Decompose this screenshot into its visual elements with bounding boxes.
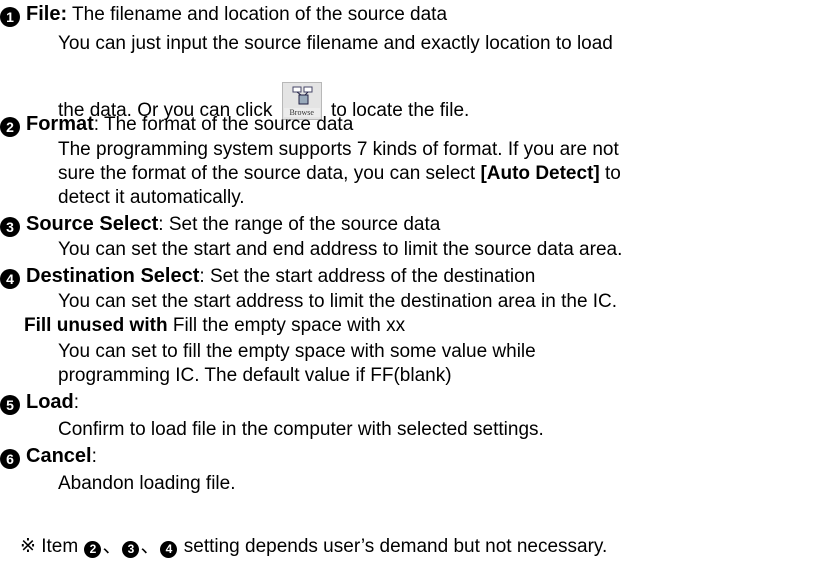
format-line-1: The programming system supports 7 kinds … <box>58 139 619 160</box>
format-heading: 2 Format: The format of the source data <box>0 112 353 137</box>
note-sep-1: 、 <box>102 536 122 557</box>
note-sep-2: 、 <box>140 536 160 557</box>
source-line-1: You can set the start and end address to… <box>58 239 623 260</box>
cancel-line-1: Abandon loading file. <box>58 473 236 494</box>
fill-term: Fill unused with <box>24 315 168 336</box>
format-line-3: detect it automatically. <box>58 187 245 208</box>
fill-line-1: You can set to fill the empty space with… <box>58 341 536 362</box>
fill-line-2: programming IC. The default value if FF(… <box>58 365 452 386</box>
file-term: File: <box>26 3 68 25</box>
cancel-term: Cancel <box>26 445 92 467</box>
format-line-2c: to <box>599 163 621 184</box>
source-heading: 3 Source Select: Set the range of the sou… <box>0 212 440 237</box>
number-badge-3: 3 <box>0 217 20 237</box>
source-term: Source Select <box>26 213 159 235</box>
load-line-1: Confirm to load file in the computer wit… <box>58 419 544 440</box>
note-rest: setting depends user’s demand but not ne… <box>178 536 608 557</box>
format-desc: : The format of the source data <box>93 114 354 135</box>
number-badge-6: 6 <box>0 449 20 469</box>
cancel-desc: : <box>91 446 97 467</box>
fill-desc: Fill the empty space with xx <box>167 315 406 336</box>
auto-detect-option: [Auto Detect] <box>480 163 600 184</box>
number-badge-2-ref: 2 <box>84 541 102 558</box>
number-badge-3-ref: 3 <box>122 541 140 558</box>
number-badge-4-ref: 4 <box>160 541 178 558</box>
file-heading: 1 File: The filename and location of the … <box>0 2 447 27</box>
file-line-1: You can just input the source filename a… <box>58 33 613 54</box>
browse-icon <box>292 86 313 105</box>
number-badge-4: 4 <box>0 269 20 289</box>
cancel-heading: 6 Cancel: <box>0 444 97 469</box>
load-term: Load <box>26 391 74 413</box>
destination-desc: : Set the start address of the destinati… <box>199 266 536 287</box>
destination-line-1: You can set the start address to limit t… <box>58 291 618 312</box>
destination-term: Destination Select <box>26 265 200 287</box>
load-heading: 5 Load: <box>0 390 79 415</box>
number-badge-5: 5 <box>0 395 20 415</box>
file-desc: The filename and location of the source … <box>67 4 448 25</box>
format-line-2a: sure the format of the source data, you … <box>58 163 481 184</box>
footnote: ※ Item 2、 3、 4 setting depends user’s dema… <box>20 535 607 559</box>
note-mark: ※ Item <box>20 536 84 557</box>
source-desc: : Set the range of the source data <box>158 214 441 235</box>
number-badge-2: 2 <box>0 117 20 137</box>
format-term: Format <box>26 113 94 135</box>
format-line-2: sure the format of the source data, you … <box>58 162 621 186</box>
destination-heading: 4 Destination Select: Set the start addre… <box>0 264 535 289</box>
fill-heading: Fill unused with Fill the empty space wi… <box>24 314 405 338</box>
number-badge-1: 1 <box>0 7 20 27</box>
load-desc: : <box>73 392 80 413</box>
